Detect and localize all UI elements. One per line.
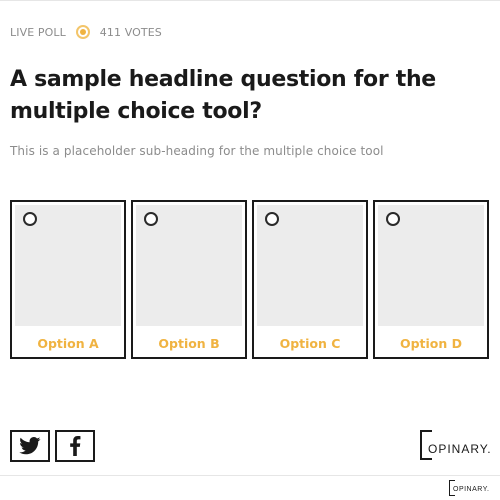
facebook-icon [70, 436, 81, 456]
footer-divider [0, 475, 500, 476]
vote-count: 411 VOTES [99, 25, 162, 39]
radio-button[interactable] [144, 212, 158, 226]
live-poll-label: LIVE POLL [10, 25, 66, 39]
footer-opinary-logo[interactable]: OPINARY. [449, 480, 491, 496]
facebook-share-button[interactable] [55, 430, 95, 462]
twitter-share-button[interactable] [10, 430, 50, 462]
opinary-logo[interactable]: OPINARY. [420, 430, 492, 460]
option-card-b[interactable]: Option B [131, 200, 247, 359]
option-label: Option C [279, 336, 341, 351]
option-label: Option A [37, 336, 99, 351]
options-list: Option A Option B Option C Option D [10, 200, 490, 360]
option-card-d[interactable]: Option D [373, 200, 489, 359]
footer-logo-text: OPINARY. [453, 486, 490, 493]
logo-text: OPINARY. [428, 442, 492, 456]
radio-button[interactable] [265, 212, 279, 226]
option-card-a[interactable]: Option A [10, 200, 126, 359]
option-label: Option D [399, 336, 463, 351]
poll-subheading: This is a placeholder sub-heading for th… [10, 144, 384, 158]
live-indicator-icon [75, 25, 90, 39]
twitter-icon [19, 437, 41, 455]
option-label: Option B [158, 336, 220, 351]
top-divider [0, 0, 500, 1]
option-card-c[interactable]: Option C [252, 200, 368, 359]
radio-button[interactable] [23, 212, 37, 226]
radio-button[interactable] [386, 212, 400, 226]
poll-widget: LIVE POLL 411 VOTES A sample headline qu… [0, 0, 500, 500]
poll-headline: A sample headline question for the multi… [10, 67, 436, 124]
poll-meta: LIVE POLL 411 VOTES [10, 24, 162, 40]
